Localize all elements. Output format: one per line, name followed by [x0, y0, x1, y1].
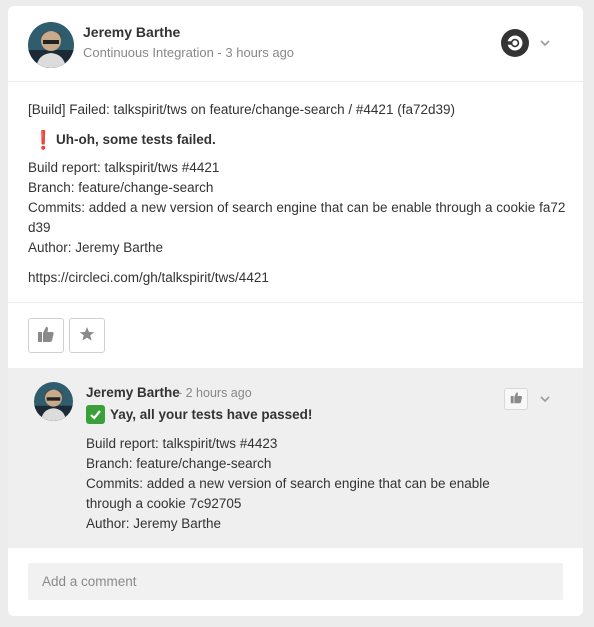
comment-build-info: Build report: talkspirit/tws #4423 Branc…: [86, 434, 496, 534]
comment-like-button[interactable]: [504, 388, 528, 410]
exclamation-icon: ❗: [32, 130, 55, 150]
comment-author-avatar[interactable]: [34, 382, 73, 421]
author-line: Author: Jeremy Barthe: [86, 516, 222, 531]
author-line: Author: Jeremy Barthe: [28, 240, 164, 255]
success-line: Yay, all your tests have passed!: [86, 405, 312, 424]
circleci-logo-icon: [501, 29, 529, 57]
divider: [8, 302, 583, 303]
build-link[interactable]: https://circleci.com/gh/talkspirit/tws/4…: [28, 268, 568, 288]
branch: Branch: feature/change-search: [86, 456, 272, 471]
author-avatar[interactable]: [28, 22, 74, 68]
like-button[interactable]: [28, 318, 64, 353]
build-info: Build report: talkspirit/tws #4421 Branc…: [28, 158, 568, 258]
favorite-button[interactable]: [69, 318, 105, 353]
check-mark-icon: [86, 405, 105, 424]
chevron-down-icon[interactable]: [539, 393, 551, 405]
app-name[interactable]: Continuous Integration: [83, 45, 214, 60]
commits: Commits: added a new version of search e…: [28, 200, 566, 235]
thumbs-up-icon: [510, 391, 523, 407]
post-time: 3 hours ago: [225, 45, 295, 60]
build-report: Build report: talkspirit/tws #4423: [86, 436, 278, 451]
branch: Branch: feature/change-search: [28, 180, 214, 195]
comment-author-name[interactable]: Jeremy Barthe: [86, 385, 180, 400]
time-separator: -: [213, 45, 226, 60]
comment-item: Jeremy Barthe - 2 hours ago Yay, all you…: [8, 368, 583, 548]
comment-input[interactable]: [28, 563, 563, 600]
post-card: Jeremy Barthe Continuous Integration - 3…: [8, 6, 583, 616]
build-report: Build report: talkspirit/tws #4421: [28, 160, 220, 175]
success-text: Yay, all your tests have passed!: [110, 407, 313, 422]
failure-line: ❗ Uh-oh, some tests failed.: [28, 130, 568, 150]
thumbs-up-icon: [37, 325, 55, 346]
comment-time: - 2 hours ago: [178, 386, 252, 400]
post-header: Jeremy Barthe Continuous Integration - 3…: [8, 6, 583, 82]
post-body: [Build] Failed: talkspirit/tws on featur…: [28, 100, 568, 288]
post-title: [Build] Failed: talkspirit/tws on featur…: [28, 102, 455, 117]
star-icon: [79, 326, 95, 345]
chevron-down-icon[interactable]: [539, 37, 551, 49]
post-meta: Continuous Integration - 3 hours ago: [83, 45, 294, 60]
failure-text: Uh-oh, some tests failed.: [56, 132, 216, 147]
post-author-name[interactable]: Jeremy Barthe: [83, 24, 180, 40]
commits: Commits: added a new version of search e…: [86, 476, 490, 511]
